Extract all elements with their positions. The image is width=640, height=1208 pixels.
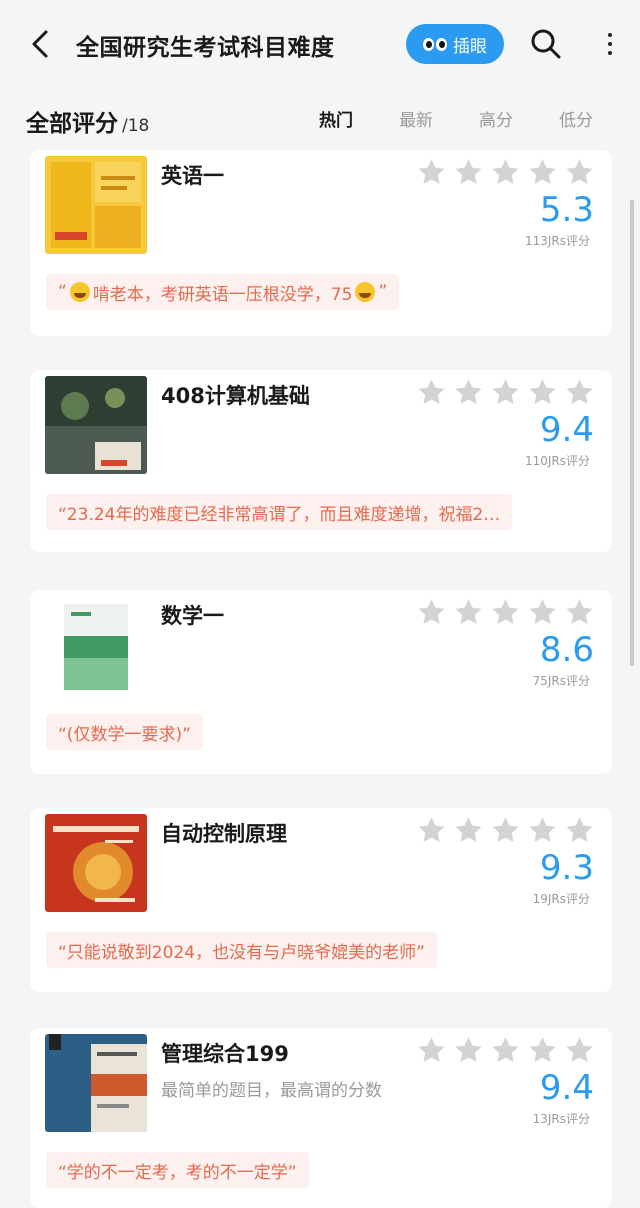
filter-bar: 全部评分/18 热门 最新 高分 低分 (0, 96, 640, 144)
star-icon (566, 1037, 593, 1062)
score: 5.3 (539, 190, 594, 230)
rating-stars (416, 378, 595, 407)
star-icon (566, 159, 593, 184)
laughing-emoji-icon (69, 282, 90, 302)
list-item[interactable]: 英语一 5.3 113JRs评分 “ 啃老本，考研英语一压根没学，75 ” (30, 150, 612, 336)
tab-latest[interactable]: 最新 (376, 96, 456, 140)
item-subtitle: 最简单的题目，最高谓的分数 (161, 1081, 382, 1101)
star-icon (529, 599, 556, 624)
comment-text: “(仅数学一要求)” (58, 724, 191, 745)
section-count: /18 (122, 116, 150, 136)
item-name: 英语一 (161, 164, 224, 188)
comment-text: “只能说敬到2024，也没有与卢晓爷媲美的老师” (58, 942, 425, 963)
star-icon (529, 1037, 556, 1062)
rating-count: 110JRs评分 (524, 454, 590, 468)
item-name: 408计算机基础 (161, 384, 310, 408)
item-name: 管理综合199 (161, 1042, 289, 1066)
star-icon (529, 379, 556, 404)
list-item[interactable]: 管理综合199 最简单的题目，最高谓的分数 9.4 13JRs评分 “学的不一定… (30, 1028, 612, 1208)
list-item[interactable]: 数学一 8.6 75JRs评分 “(仅数学一要求)” (30, 590, 612, 774)
star-icon (455, 159, 482, 184)
star-icon (566, 379, 593, 404)
star-icon (566, 817, 593, 842)
bookmark-button-label: 插眼 (453, 36, 487, 57)
rating-count: 13JRs评分 (532, 1112, 590, 1126)
rating-stars (416, 816, 595, 845)
item-name: 自动控制原理 (161, 822, 287, 846)
book-cover-image (45, 376, 147, 474)
list-item[interactable]: 408计算机基础 9.4 110JRs评分 “23.24年的难度已经非常高谓了，… (30, 370, 612, 552)
sort-tabs: 热门 最新 高分 低分 (296, 96, 616, 140)
rating-stars (416, 598, 595, 627)
item-name: 数学一 (161, 604, 224, 628)
book-cover-image (45, 1034, 147, 1132)
more-options-button[interactable] (596, 26, 624, 62)
star-icon (492, 379, 519, 404)
quote-open: “ (58, 282, 67, 302)
comment-text: “23.24年的难度已经非常高谓了，而且难度递增，祝福2… (58, 504, 501, 525)
star-icon (418, 159, 445, 184)
star-icon (492, 159, 519, 184)
rating-stars (416, 158, 595, 187)
book-cover-image (45, 596, 147, 694)
tab-hot[interactable]: 热门 (296, 96, 376, 140)
section-title-label: 全部评分 (26, 111, 118, 137)
star-icon (455, 599, 482, 624)
rating-count: 75JRs评分 (532, 674, 590, 688)
top-comment[interactable]: “23.24年的难度已经非常高谓了，而且难度递增，祝福2… (46, 494, 513, 530)
star-icon (455, 817, 482, 842)
eyes-icon (423, 37, 447, 51)
quote-close: ” (378, 282, 388, 302)
more-vertical-icon (608, 33, 612, 37)
star-icon (455, 379, 482, 404)
rating-count: 19JRs评分 (532, 892, 590, 906)
rating-count: 113JRs评分 (524, 234, 590, 248)
search-button[interactable] (528, 26, 564, 62)
score: 9.3 (539, 848, 594, 888)
chevron-left-icon (32, 30, 48, 58)
scrollbar[interactable] (630, 200, 634, 666)
star-icon (492, 1037, 519, 1062)
star-icon (418, 599, 445, 624)
back-button[interactable] (22, 26, 58, 62)
score: 9.4 (539, 1068, 594, 1108)
comment-text: 啃老本，考研英语一压根没学，75 (92, 284, 353, 305)
section-title: 全部评分/18 (26, 104, 149, 138)
rating-stars (416, 1036, 595, 1065)
tab-high-score[interactable]: 高分 (456, 96, 536, 140)
top-bar: 全国研究生考试科目难度 插眼 (0, 0, 640, 90)
laughing-emoji-icon (355, 282, 376, 302)
top-comment[interactable]: “(仅数学一要求)” (46, 714, 203, 750)
bookmark-button[interactable]: 插眼 (406, 24, 504, 64)
score: 9.4 (539, 410, 594, 450)
page-title: 全国研究生考试科目难度 (76, 35, 335, 61)
book-cover-image (45, 814, 147, 912)
top-comment[interactable]: “ 啃老本，考研英语一压根没学，75 ” (46, 274, 400, 310)
star-icon (529, 159, 556, 184)
star-icon (418, 817, 445, 842)
tab-low-score[interactable]: 低分 (536, 96, 616, 140)
list-item[interactable]: 自动控制原理 9.3 19JRs评分 “只能说敬到2024，也没有与卢晓爷媲美的… (30, 808, 612, 992)
star-icon (455, 1037, 482, 1062)
search-icon (531, 29, 561, 59)
star-icon (492, 817, 519, 842)
book-cover-image (45, 156, 147, 254)
star-icon (529, 817, 556, 842)
star-icon (418, 379, 445, 404)
comment-text: “学的不一定考，考的不一定学” (58, 1162, 297, 1183)
star-icon (492, 599, 519, 624)
score: 8.6 (539, 630, 594, 670)
star-icon (566, 599, 593, 624)
star-icon (418, 1037, 445, 1062)
top-comment[interactable]: “只能说敬到2024，也没有与卢晓爷媲美的老师” (46, 932, 437, 968)
top-comment[interactable]: “学的不一定考，考的不一定学” (46, 1152, 309, 1188)
